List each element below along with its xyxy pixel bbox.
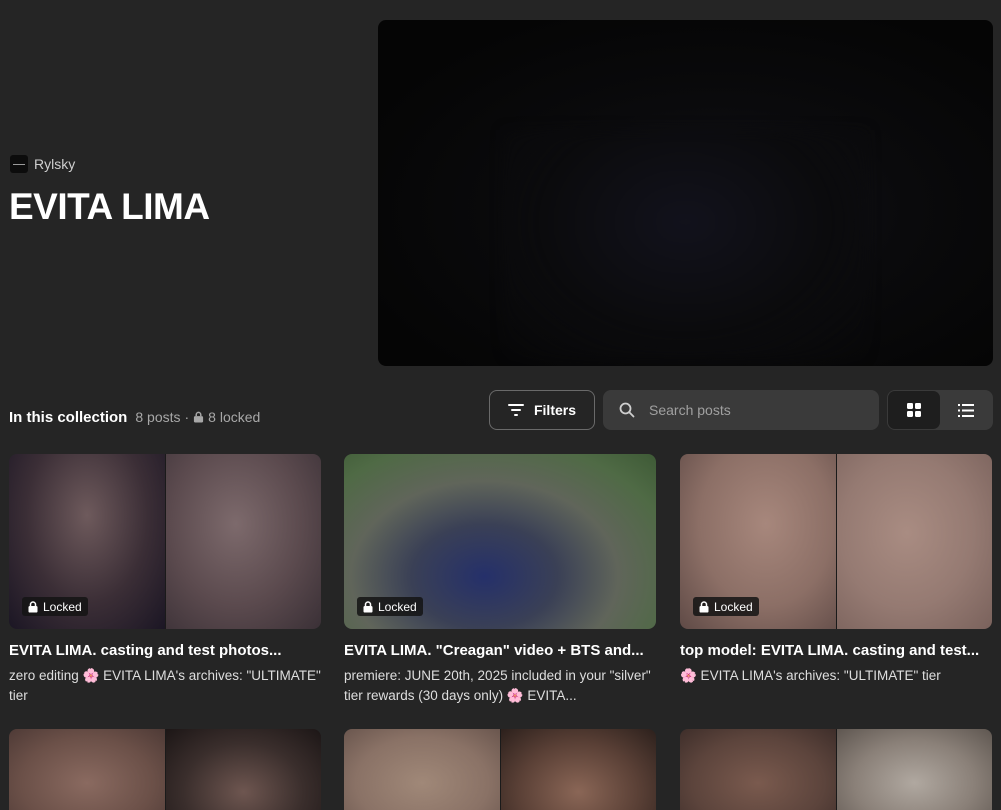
post-card[interactable]: Locked EVITA LIMA. "Creagan" video + BTS… [344, 454, 656, 706]
grid-icon [907, 403, 921, 417]
post-card[interactable]: Locked top model: EVITA LIMA. casting an… [680, 454, 992, 686]
post-title[interactable]: top model: EVITA LIMA. casting and test.… [680, 642, 992, 659]
collection-meta: 8 posts · 8 locked [135, 409, 260, 425]
post-title[interactable]: EVITA LIMA. casting and test photos... [9, 642, 321, 659]
locked-badge: Locked [693, 597, 759, 616]
locked-label: Locked [378, 599, 417, 614]
lock-icon [699, 600, 709, 612]
post-thumbnail[interactable] [344, 729, 656, 810]
search-icon [619, 402, 635, 418]
locked-label: Locked [714, 599, 753, 614]
post-thumbnail[interactable]: Locked [344, 454, 656, 629]
post-count: 8 posts [135, 409, 181, 425]
list-view-button[interactable] [940, 391, 992, 429]
post-title[interactable]: EVITA LIMA. "Creagan" video + BTS and... [344, 642, 656, 659]
post-thumbnail[interactable]: Locked [680, 454, 992, 629]
lock-icon [28, 600, 38, 612]
view-toggle [887, 390, 993, 430]
collection-summary: In this collection 8 posts · 8 locked [9, 409, 260, 426]
post-description: 🌸 EVITA LIMA's archives: "ULTIMATE" tier [680, 668, 941, 683]
list-icon [958, 403, 974, 417]
locked-count: 8 locked [208, 409, 261, 425]
search-box[interactable] [603, 390, 879, 430]
creator-name: Rylsky [34, 156, 76, 172]
post-thumbnail[interactable] [9, 729, 321, 810]
lock-icon [363, 600, 373, 612]
grid-view-button[interactable] [888, 391, 940, 429]
filter-icon [507, 404, 524, 416]
section-heading: In this collection [9, 409, 128, 426]
post-thumbnail[interactable] [680, 729, 992, 810]
filters-label: Filters [533, 402, 576, 418]
page-title: EVITA LIMA [9, 186, 210, 227]
post-card[interactable]: Locked EVITA LIMA. casting and test phot… [9, 454, 321, 706]
meta-separator: · [184, 409, 190, 425]
post-thumbnail[interactable]: Locked [9, 454, 321, 629]
creator-avatar [10, 155, 28, 173]
filters-button[interactable]: Filters [489, 390, 595, 430]
locked-badge: Locked [357, 597, 423, 616]
lock-icon [194, 411, 204, 423]
creator-link[interactable]: Rylsky [10, 155, 75, 173]
search-input[interactable] [649, 402, 849, 418]
locked-badge: Locked [22, 597, 88, 616]
locked-label: Locked [43, 599, 82, 614]
post-description: premiere: JUNE 20th, 2025 included in yo… [344, 668, 651, 703]
post-description: zero editing 🌸 EVITA LIMA's archives: "U… [9, 668, 321, 703]
collection-cover-image [378, 20, 993, 366]
